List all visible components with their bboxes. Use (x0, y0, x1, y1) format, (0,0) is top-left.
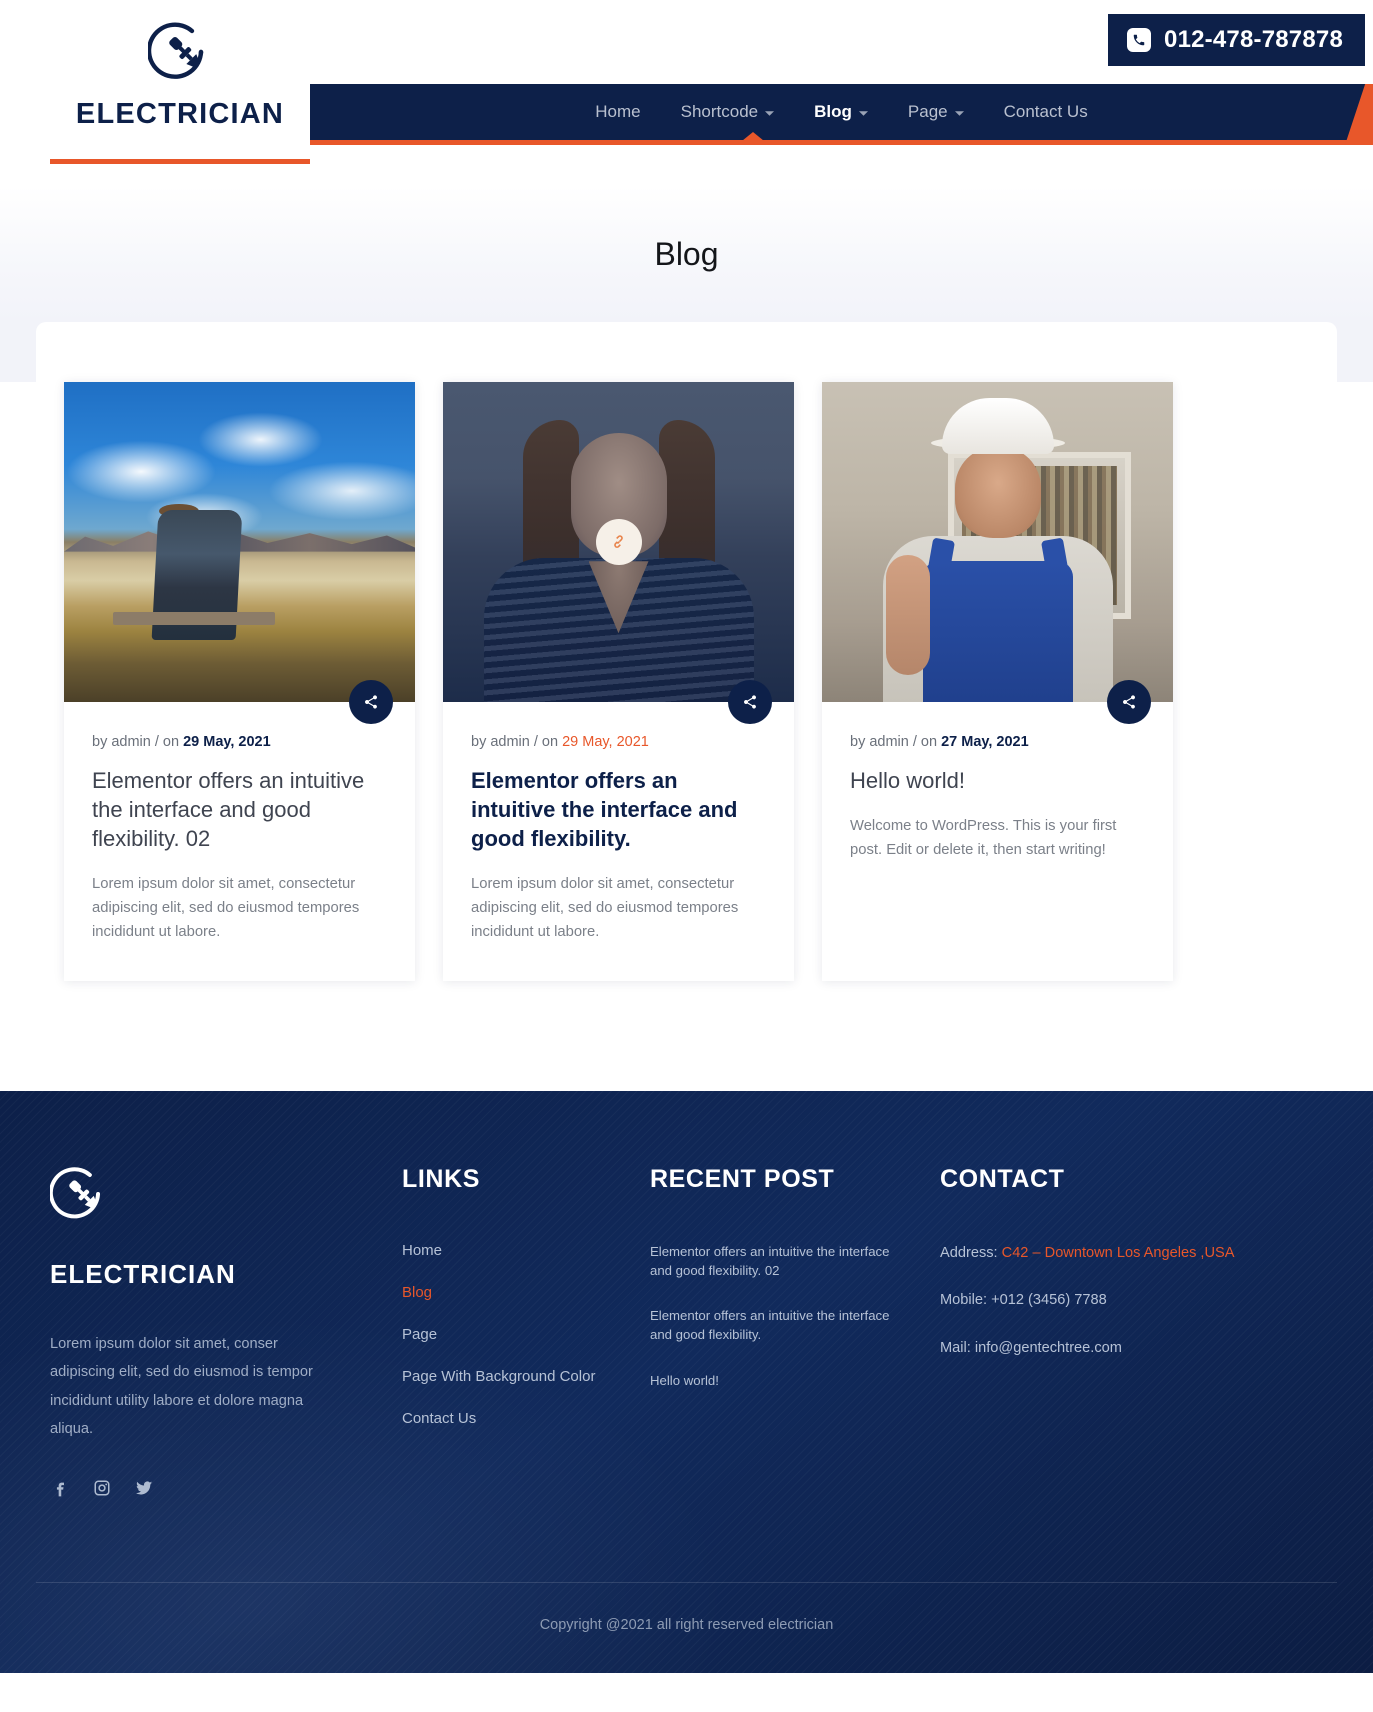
contact-address: Address: C42 – Downtown Los Angeles ,USA (940, 1242, 1240, 1265)
nav-item-home[interactable]: Home (575, 102, 660, 122)
blog-card-meta: by admin / on 29 May, 2021 (92, 734, 387, 750)
electric-plug-circle-logo-icon (146, 20, 212, 84)
blog-card-title[interactable]: Hello world! (850, 766, 1145, 795)
blog-card-author: by admin / on (850, 734, 942, 750)
nav-label: Page (907, 102, 948, 121)
blog-card-image[interactable] (822, 382, 1173, 702)
instagram-icon[interactable] (92, 1478, 112, 1498)
blog-card-image[interactable] (443, 382, 794, 702)
link-icon[interactable] (595, 519, 642, 565)
footer-links-heading: LINKS (402, 1165, 480, 1193)
share-icon[interactable] (349, 680, 393, 724)
footer-about-text: Lorem ipsum dolor sit amet, conser adipi… (50, 1336, 313, 1438)
nav-item-page[interactable]: Page (888, 102, 984, 122)
blog-card-image[interactable] (64, 382, 415, 702)
nav-label: Home (595, 102, 641, 121)
blog-card[interactable]: by admin / on 29 May, 2021 Elementor off… (443, 382, 794, 981)
nav-label: Contact Us (1003, 102, 1088, 121)
footer-link-page[interactable]: Page (402, 1326, 650, 1343)
twitter-icon[interactable] (134, 1478, 154, 1498)
footer-recent-heading: RECENT POST (650, 1165, 835, 1193)
blog-card-title[interactable]: Elementor offers an intuitive the interf… (92, 766, 387, 853)
footer-link-contact-us[interactable]: Contact Us (402, 1410, 650, 1427)
blog-card-excerpt: Welcome to WordPress. This is your first… (850, 818, 1117, 858)
blog-card-date: 29 May, 2021 (183, 734, 271, 750)
phone-number: 012-478-787878 (1164, 26, 1343, 53)
footer-recent-column: RECENT POST Elementor offers an intuitiv… (650, 1165, 940, 1498)
site-footer: ELECTRICIAN Lorem ipsum dolor sit amet, … (0, 1091, 1373, 1673)
share-icon[interactable] (728, 680, 772, 724)
blog-card-date: 27 May, 2021 (941, 734, 1029, 750)
blog-card-excerpt: Lorem ipsum dolor sit amet, consectetur … (92, 876, 360, 941)
footer-links-column: LINKS Home Blog Page Page With Backgroun… (402, 1165, 650, 1498)
footer-columns: ELECTRICIAN Lorem ipsum dolor sit amet, … (0, 1165, 1373, 1498)
copyright-text: Copyright @2021 all right reserved elect… (539, 1616, 834, 1633)
page-root: 012-478-787878 ELECTRICIAN Home Shortcod… (0, 0, 1373, 1673)
footer-link-page-with-background-color[interactable]: Page With Background Color (402, 1368, 650, 1385)
chevron-down-icon (858, 102, 868, 122)
footer-contact-heading: CONTACT (940, 1165, 1065, 1193)
contact-address-label: Address: (940, 1245, 1002, 1261)
blog-card-meta: by admin / on 29 May, 2021 (471, 734, 766, 750)
blog-card-title[interactable]: Elementor offers an intuitive the interf… (471, 766, 766, 853)
chevron-down-icon (765, 102, 775, 122)
page-title: Blog (654, 235, 719, 272)
blog-card-meta: by admin / on 27 May, 2021 (850, 734, 1145, 750)
nav-accent-bar (310, 140, 1373, 145)
contact-mobile[interactable]: Mobile: +012 (3456) 7788 (940, 1289, 1240, 1312)
footer-link-home[interactable]: Home (402, 1242, 650, 1259)
phone-badge[interactable]: 012-478-787878 (1108, 14, 1365, 66)
blog-card-author: by admin / on (471, 734, 563, 750)
share-icon[interactable] (1107, 680, 1151, 724)
phone-icon (1127, 28, 1152, 52)
footer-about-column: ELECTRICIAN Lorem ipsum dolor sit amet, … (48, 1165, 402, 1498)
blog-card-body: by admin / on 29 May, 2021 Elementor off… (64, 680, 415, 971)
footer-link-blog[interactable]: Blog (402, 1284, 650, 1301)
blog-card[interactable]: by admin / on 29 May, 2021 Elementor off… (64, 382, 415, 981)
brand-underline (50, 159, 310, 164)
social-links (50, 1478, 402, 1498)
nav-list: Home Shortcode Blog Page Contact Us (310, 84, 1373, 140)
recent-post-item[interactable]: Elementor offers an intuitive the interf… (650, 1242, 898, 1280)
blog-card-date: 29 May, 2021 (562, 734, 649, 750)
page-title-banner: Blog (0, 186, 1373, 322)
recent-post-item[interactable]: Hello world! (650, 1371, 898, 1390)
electric-plug-circle-logo-icon (48, 1165, 108, 1223)
facebook-icon[interactable] (50, 1478, 70, 1498)
brand-name: ELECTRICIAN (75, 98, 285, 130)
blog-card-excerpt: Lorem ipsum dolor sit amet, consectetur … (471, 876, 739, 941)
content-sheet-top (0, 322, 1373, 722)
nav-label: Shortcode (680, 102, 759, 121)
blog-card-body: by admin / on 27 May, 2021 Hello world! … (822, 680, 1173, 889)
blog-card[interactable]: by admin / on 27 May, 2021 Hello world! … (822, 382, 1173, 981)
footer-contact-column: CONTACT Address: C42 – Downtown Los Ange… (940, 1165, 1240, 1498)
nav-item-contact-us[interactable]: Contact Us (984, 102, 1108, 122)
footer-brand-name: ELECTRICIAN (50, 1259, 236, 1289)
blog-section: by admin / on 29 May, 2021 Elementor off… (0, 382, 1373, 1091)
contact-mail[interactable]: Mail: info@gentechtree.com (940, 1337, 1240, 1360)
site-header: 012-478-787878 ELECTRICIAN Home Shortcod… (0, 0, 1373, 186)
chevron-down-icon (954, 102, 964, 122)
nav-item-blog[interactable]: Blog (794, 102, 888, 122)
contact-address-value[interactable]: C42 – Downtown Los Angeles ,USA (1002, 1245, 1235, 1261)
recent-post-item[interactable]: Elementor offers an intuitive the interf… (650, 1306, 898, 1344)
nav-item-shortcode[interactable]: Shortcode (661, 102, 795, 122)
main-navigation: Home Shortcode Blog Page Contact Us (310, 84, 1373, 140)
nav-label: Blog (814, 102, 852, 121)
brand-logo-block[interactable]: ELECTRICIAN (50, 20, 310, 164)
blog-card-body: by admin / on 29 May, 2021 Elementor off… (443, 680, 794, 971)
blog-card-author: by admin / on (92, 734, 184, 750)
blog-grid: by admin / on 29 May, 2021 Elementor off… (0, 382, 1373, 981)
